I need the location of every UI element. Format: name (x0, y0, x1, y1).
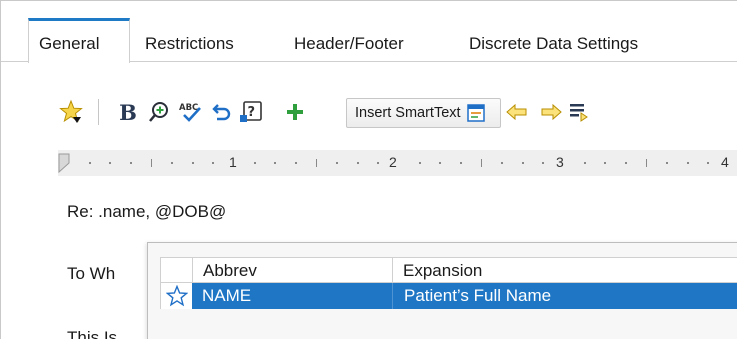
ruler-number-1: 1 (229, 154, 237, 170)
insert-smarttext-label: Insert SmartText (355, 105, 461, 121)
row-expansion: Patient’s Full Name (404, 286, 552, 305)
svg-text:?: ? (248, 105, 256, 120)
zoom-in-icon[interactable] (146, 98, 172, 126)
ruler-dot (687, 162, 689, 164)
ruler-dot (377, 162, 379, 164)
ruler-half-tick (646, 159, 647, 167)
ruler-dot (666, 162, 668, 164)
ruler-dot (212, 162, 214, 164)
ruler-dot (89, 162, 91, 164)
column-header-abbrev[interactable]: Abbrev (193, 258, 393, 282)
ruler-half-tick (151, 159, 152, 167)
ruler-half-tick (316, 159, 317, 167)
tab-header-footer[interactable]: Header/Footer (294, 34, 404, 54)
document-line-salutation[interactable]: To Wh (67, 264, 115, 284)
toolbar-separator (98, 99, 99, 125)
ruler-number-4: 4 (721, 154, 729, 170)
help-icon[interactable]: ? (238, 98, 264, 126)
ruler: 1 2 3 4 (58, 150, 737, 176)
ruler-dot (192, 162, 194, 164)
tab-discrete-data-settings[interactable]: Discrete Data Settings (469, 34, 638, 54)
document-line-re[interactable]: Re: .name, @DOB@ (67, 202, 226, 222)
selected-row[interactable]: NAME Patient’s Full Name (192, 283, 737, 309)
undo-icon[interactable] (209, 98, 235, 126)
arrow-right-icon[interactable] (538, 98, 564, 126)
ruler-dot (336, 162, 338, 164)
toolbar: B ABC ? Insert SmartText (0, 93, 737, 133)
table-row[interactable]: NAME Patient’s Full Name (160, 283, 737, 309)
arrow-left-icon[interactable] (504, 98, 530, 126)
column-header-expansion[interactable]: Expansion (393, 258, 737, 282)
smarttext-editor-window: General Restrictions Header/Footer Discr… (0, 0, 737, 339)
ruler-dot (274, 162, 276, 164)
row-abbrev: NAME (202, 286, 252, 305)
indent-marker-icon[interactable] (58, 153, 70, 178)
ruler-dot (419, 162, 421, 164)
ruler-half-tick (481, 159, 482, 167)
spellcheck-icon[interactable]: ABC (178, 98, 204, 126)
ruler-dot (439, 162, 441, 164)
ruler-dot (171, 162, 173, 164)
tab-bar: General Restrictions Header/Footer Discr… (0, 0, 737, 63)
tab-restrictions[interactable]: Restrictions (145, 34, 234, 54)
smarttext-autocomplete-popup: Abbrev Expansion NAME Patient’s Full Nam… (147, 242, 737, 339)
ruler-dot (604, 162, 606, 164)
ruler-dot (501, 162, 503, 164)
ruler-dot (254, 162, 256, 164)
ruler-dot (130, 162, 132, 164)
bold-icon[interactable]: B (115, 98, 141, 126)
tab-general[interactable]: General (28, 18, 130, 63)
favorite-star-icon[interactable] (58, 98, 84, 126)
grid-header-gutter (161, 258, 193, 282)
document-line-body[interactable]: This Is (67, 328, 117, 339)
ruler-number-3: 3 (556, 154, 564, 170)
grid-header: Abbrev Expansion (160, 257, 737, 283)
ruler-number-2: 2 (389, 154, 397, 170)
ruler-dot (707, 162, 709, 164)
ruler-dot (460, 162, 462, 164)
ruler-dot (584, 162, 586, 164)
ruler-dot (542, 162, 544, 164)
add-icon[interactable] (282, 98, 308, 126)
list-arrow-icon[interactable] (567, 98, 593, 126)
column-divider (392, 283, 393, 309)
ruler-dot (109, 162, 111, 164)
ruler-dot (295, 162, 297, 164)
insert-smarttext-button[interactable]: Insert SmartText (346, 98, 501, 128)
ruler-dot (625, 162, 627, 164)
ruler-dot (357, 162, 359, 164)
insert-smarttext-icon (466, 104, 485, 122)
ruler-dot (522, 162, 524, 164)
row-favorite-star-icon[interactable] (160, 283, 192, 309)
